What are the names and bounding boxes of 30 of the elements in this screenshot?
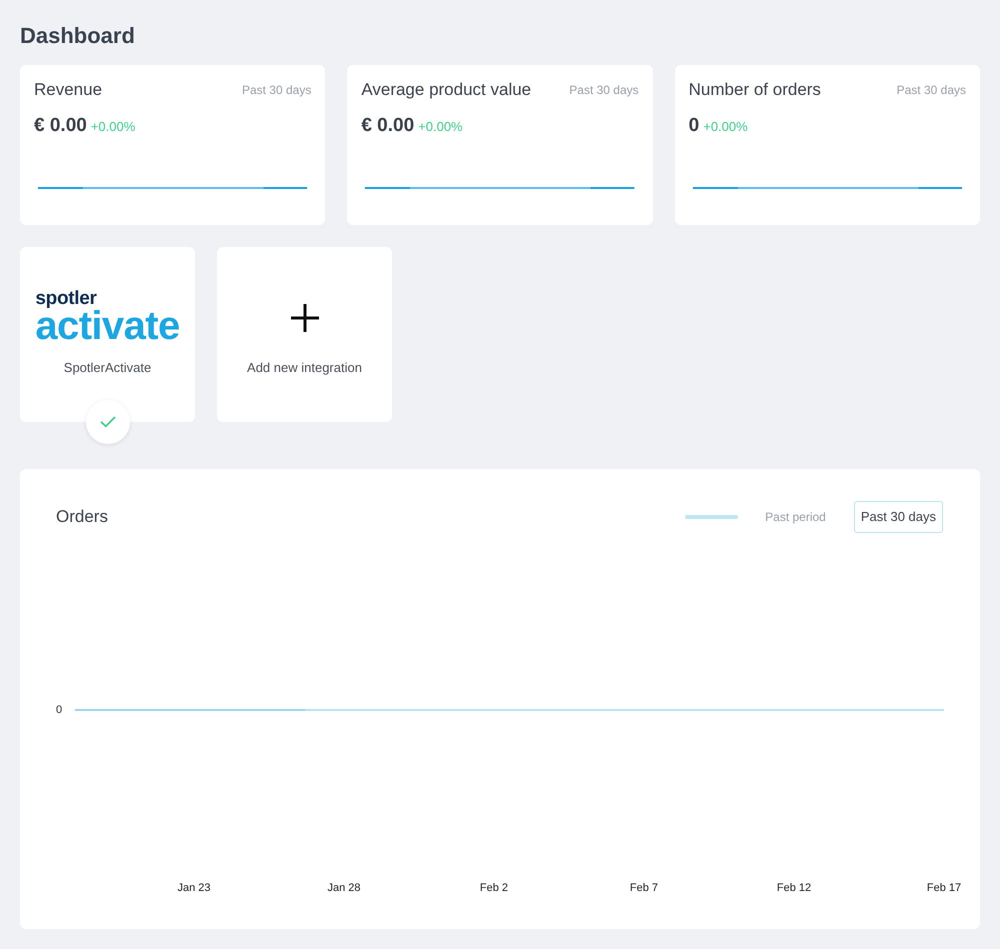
logo-text: spotler [35,289,97,309]
stat-value: 0 [688,114,700,138]
change-percent: +0.00% [418,118,463,136]
plus-icon [290,304,318,332]
x-axis-label: Feb 17 [926,882,962,894]
legend-label: Past period [765,509,826,526]
integration-name: SpotlerActivate [64,359,152,377]
period-button[interactable]: Past 30 days [854,501,943,533]
stat-value: € 0.00 [361,114,414,138]
chart-title: Orders [56,506,108,528]
card-title: Revenue [34,79,102,101]
change-percent: +0.00% [703,118,748,136]
page-title: Dashboard [20,22,136,50]
period-label: Past 30 days [896,82,966,99]
x-axis-label: Jan 23 [177,882,211,894]
card-title: Average product value [361,79,532,101]
x-axis-label: Feb 7 [630,882,658,894]
period-label: Past 30 days [569,82,639,99]
x-axis-label: Feb 12 [776,882,812,894]
change-percent: +0.00% [90,118,136,136]
period-label: Past 30 days [242,82,312,99]
legend-line-icon [685,515,738,519]
stat-value: € 0.00 [34,114,87,138]
x-axis-label: Jan 28 [327,882,361,894]
x-axis-label: Feb 2 [480,882,508,894]
card-title: Number of orders [688,79,821,101]
integration-card[interactable]: spotler activate SpotlerActivate [20,247,195,422]
add-integration-button[interactable]: Add new integration [217,247,392,422]
logo-text: activate [35,307,180,345]
y-axis-label: 0 [56,704,62,716]
